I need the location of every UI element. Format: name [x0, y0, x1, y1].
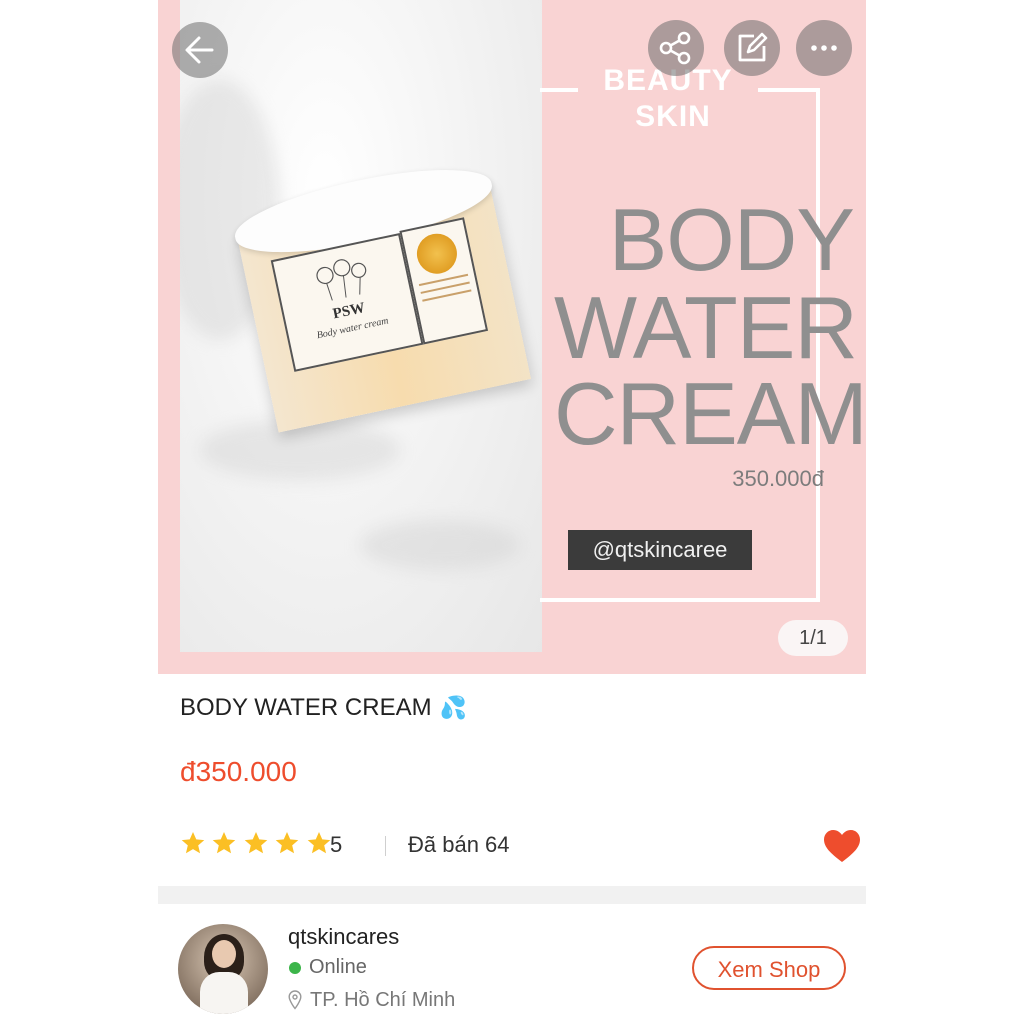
share-icon	[659, 31, 691, 65]
star-icon	[307, 831, 331, 854]
hero-handle: @qtskincaree	[568, 530, 752, 570]
hero-headline-line1: BODY	[608, 190, 855, 289]
product-page: PSW Body water cream BEAUTY SKIN BODY WA…	[158, 0, 866, 1024]
rating-stars	[180, 830, 333, 861]
fabric-fold	[360, 520, 520, 570]
star-icon	[276, 831, 299, 854]
shop-name[interactable]: qtskincares	[288, 924, 399, 950]
online-status: Online	[309, 956, 367, 978]
star-icon	[181, 831, 205, 854]
sold-count: Đã bán 64	[408, 832, 510, 857]
location-pin-icon	[288, 990, 302, 1010]
product-title-text: BODY WATER CREAM	[180, 694, 432, 721]
product-photo: PSW Body water cream	[180, 0, 542, 652]
hero-headline-line3: CREAM	[554, 364, 866, 463]
edit-icon	[738, 32, 768, 62]
flowers-illustration	[316, 259, 367, 301]
hero-price: 350.000đ	[732, 466, 824, 491]
rating-separator	[385, 836, 386, 856]
hero-headline-line2: WATER	[554, 278, 858, 377]
product-price: đ350.000	[180, 756, 297, 787]
shop-location: TP. Hồ Chí Minh	[310, 989, 456, 1011]
section-divider	[158, 886, 866, 904]
back-button[interactable]	[172, 22, 228, 78]
gold-seal	[413, 229, 461, 278]
more-icon	[811, 45, 837, 51]
cream-jar: PSW Body water cream	[228, 153, 537, 452]
avatar-dress	[200, 972, 248, 1014]
avatar-face	[212, 940, 236, 968]
more-options-button[interactable]	[796, 20, 852, 76]
product-image-carousel[interactable]: PSW Body water cream BEAUTY SKIN BODY WA…	[158, 0, 866, 674]
share-button[interactable]	[648, 20, 704, 76]
image-counter: 1/1	[778, 620, 848, 656]
star-icon	[213, 831, 236, 854]
heart-icon[interactable]	[822, 828, 862, 864]
hero-skin-text: SKIN	[588, 100, 758, 134]
star-icon	[244, 831, 268, 854]
edit-button[interactable]	[724, 20, 780, 76]
back-arrow-icon	[185, 36, 214, 64]
rating-value: 5	[330, 832, 343, 857]
shop-avatar[interactable]	[178, 924, 268, 1014]
online-status-dot	[289, 962, 301, 974]
product-title: BODY WATER CREAM 💦	[180, 694, 467, 722]
view-shop-button[interactable]: Xem Shop	[692, 946, 846, 990]
rating-row: 5 Đã bán 64	[180, 828, 860, 864]
sweat-droplets-emoji: 💦	[439, 695, 467, 720]
